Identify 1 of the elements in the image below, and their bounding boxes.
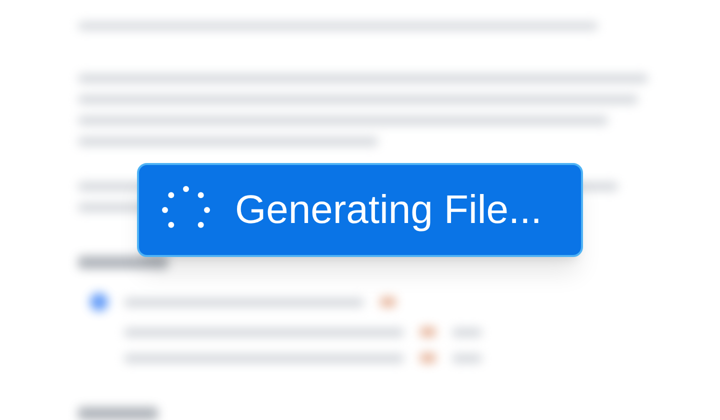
generating-file-button[interactable]: Generating File... [137,163,583,257]
